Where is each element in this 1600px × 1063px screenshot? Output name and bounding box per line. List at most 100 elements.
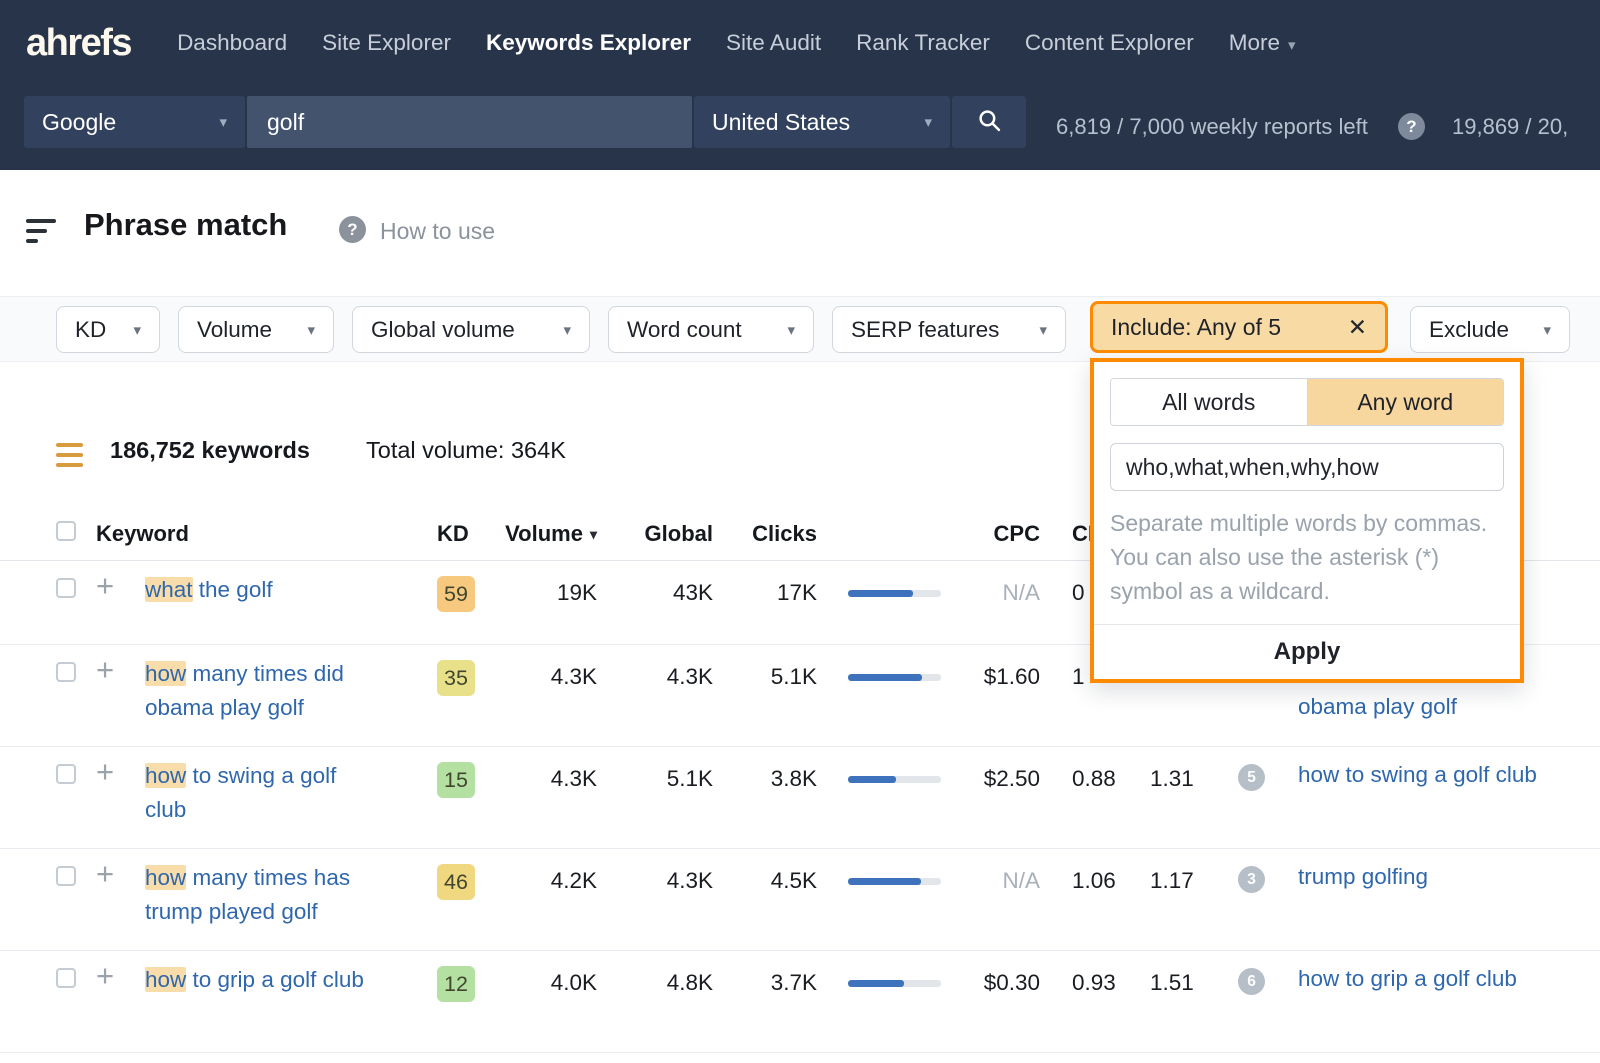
column-header-global[interactable]: Global (616, 521, 713, 547)
nav-item-site-explorer[interactable]: Site Explorer (322, 30, 451, 56)
parent-topic-link[interactable]: how to grip a golf club (1298, 966, 1517, 992)
cpc-value: N/A (940, 868, 1040, 894)
filter-volume-button[interactable]: Volume ▾ (178, 306, 334, 353)
kd-badge: 35 (437, 660, 475, 696)
country-value: United States (712, 109, 850, 136)
filter-include-button[interactable]: Include: Any of 5 ✕ (1090, 301, 1388, 353)
chevron-down-icon: ▾ (133, 321, 141, 339)
parent-topic-link[interactable]: trump golfing (1298, 864, 1428, 890)
keyword-link[interactable]: how many times did obama play golf (145, 657, 365, 725)
keyword-rest: the golf (193, 577, 273, 602)
filter-serp-features-label: SERP features (851, 317, 999, 343)
search-button[interactable] (952, 96, 1026, 148)
report-menu-icon[interactable] (26, 219, 58, 249)
filter-word-count-button[interactable]: Word count ▾ (608, 306, 814, 353)
row-checkbox[interactable] (56, 866, 76, 886)
sort-desc-icon: ▾ (590, 526, 597, 543)
include-words-input[interactable] (1110, 443, 1504, 491)
highlighted-term: how (145, 865, 186, 890)
reports-help-icon[interactable]: ? (1398, 113, 1425, 140)
highlighted-term: what (145, 577, 193, 602)
cpc-value: $0.30 (940, 970, 1040, 996)
ahrefs-logo[interactable]: ahrefs (26, 22, 131, 65)
row-checkbox[interactable] (56, 578, 76, 598)
filter-kd-label: KD (75, 317, 106, 343)
kd-badge: 15 (437, 762, 475, 798)
nav-item-content-explorer[interactable]: Content Explorer (1025, 30, 1194, 56)
tab-any-word[interactable]: Any word (1307, 379, 1504, 425)
column-header-volume-label: Volume (505, 521, 583, 547)
table-row: + how to grip a golf club 12 4.0K 4.8K 3… (0, 951, 1600, 1053)
filter-exclude-button[interactable]: Exclude ▾ (1410, 306, 1570, 353)
row-checkbox[interactable] (56, 968, 76, 988)
filter-global-volume-button[interactable]: Global volume ▾ (352, 306, 590, 353)
chevron-down-icon: ▾ (219, 113, 227, 131)
search-bar: Google ▾ United States ▾ 6,819 / 7,000 w… (0, 86, 1600, 170)
chevron-down-icon: ▾ (1288, 37, 1296, 54)
filter-bar: KD ▾ Volume ▾ Global volume ▾ Word count… (0, 296, 1600, 362)
highlighted-term: how (145, 967, 186, 992)
clicks-bar (848, 980, 941, 987)
add-to-list-icon[interactable]: + (96, 958, 114, 994)
global-volume-value: 4.3K (616, 664, 713, 690)
column-header-volume[interactable]: Volume ▾ (480, 521, 597, 547)
apply-button[interactable]: Apply (1094, 624, 1520, 679)
global-volume-value: 5.1K (616, 766, 713, 792)
volume-value: 19K (500, 580, 597, 606)
filter-kd-button[interactable]: KD ▾ (56, 306, 160, 353)
main-nav: Dashboard Site Explorer Keywords Explore… (177, 30, 1295, 56)
cpc-value: N/A (940, 580, 1040, 606)
clicks-value: 3.8K (720, 766, 817, 792)
parent-topic-link[interactable]: obama play golf (1298, 694, 1457, 720)
how-to-use-icon[interactable]: ? (339, 216, 366, 243)
nav-item-dashboard[interactable]: Dashboard (177, 30, 287, 56)
include-help-text: Separate multiple words by commas. You c… (1110, 506, 1504, 608)
row-checkbox[interactable] (56, 764, 76, 784)
clicks-bar (848, 878, 941, 885)
add-to-list-icon[interactable]: + (96, 568, 114, 604)
add-to-list-icon[interactable]: + (96, 652, 114, 688)
select-all-checkbox[interactable] (56, 521, 76, 541)
rr-value: 1.51 (1150, 970, 1220, 996)
tab-all-words[interactable]: All words (1111, 379, 1307, 425)
clicks-bar (848, 776, 941, 783)
column-header-kd[interactable]: KD (437, 521, 469, 547)
cpc-value: $1.60 (940, 664, 1040, 690)
serp-features-badge[interactable]: 3 (1238, 866, 1265, 893)
country-select[interactable]: United States ▾ (694, 96, 950, 148)
close-icon[interactable]: ✕ (1348, 314, 1367, 341)
row-checkbox[interactable] (56, 662, 76, 682)
clicks-bar (848, 590, 941, 597)
nav-item-more[interactable]: More ▾ (1229, 30, 1296, 56)
column-header-cpc[interactable]: CPC (940, 521, 1040, 547)
kd-badge: 59 (437, 576, 475, 612)
nav-more-label: More (1229, 30, 1280, 55)
nav-item-rank-tracker[interactable]: Rank Tracker (856, 30, 990, 56)
kd-badge: 12 (437, 966, 475, 1002)
volume-value: 4.3K (500, 766, 597, 792)
clicks-value: 5.1K (720, 664, 817, 690)
filter-serp-features-button[interactable]: SERP features ▾ (832, 306, 1066, 353)
keyword-link[interactable]: how to swing a golf club (145, 759, 365, 827)
column-header-keyword[interactable]: Keyword (96, 521, 189, 547)
list-options-icon[interactable] (56, 443, 83, 473)
nav-item-keywords-explorer[interactable]: Keywords Explorer (486, 30, 691, 56)
add-to-list-icon[interactable]: + (96, 754, 114, 790)
nav-item-site-audit[interactable]: Site Audit (726, 30, 821, 56)
column-header-clicks[interactable]: Clicks (720, 521, 817, 547)
cpc-value: $2.50 (940, 766, 1040, 792)
serp-features-badge[interactable]: 5 (1238, 764, 1265, 791)
add-to-list-icon[interactable]: + (96, 856, 114, 892)
search-engine-select[interactable]: Google ▾ (24, 96, 245, 148)
serp-features-badge[interactable]: 6 (1238, 968, 1265, 995)
parent-topic-link[interactable]: how to swing a golf club (1298, 762, 1537, 788)
clicks-bar-fill (848, 776, 896, 783)
keyword-query-input[interactable] (247, 96, 692, 148)
keyword-link[interactable]: how many times has trump played golf (145, 861, 365, 929)
clicks-bar-fill (848, 674, 922, 681)
keyword-link[interactable]: what the golf (145, 573, 365, 607)
how-to-use-link[interactable]: How to use (380, 218, 495, 245)
keyword-rest: to grip a golf club (186, 967, 364, 992)
volume-value: 4.3K (500, 664, 597, 690)
keyword-link[interactable]: how to grip a golf club (145, 963, 365, 997)
